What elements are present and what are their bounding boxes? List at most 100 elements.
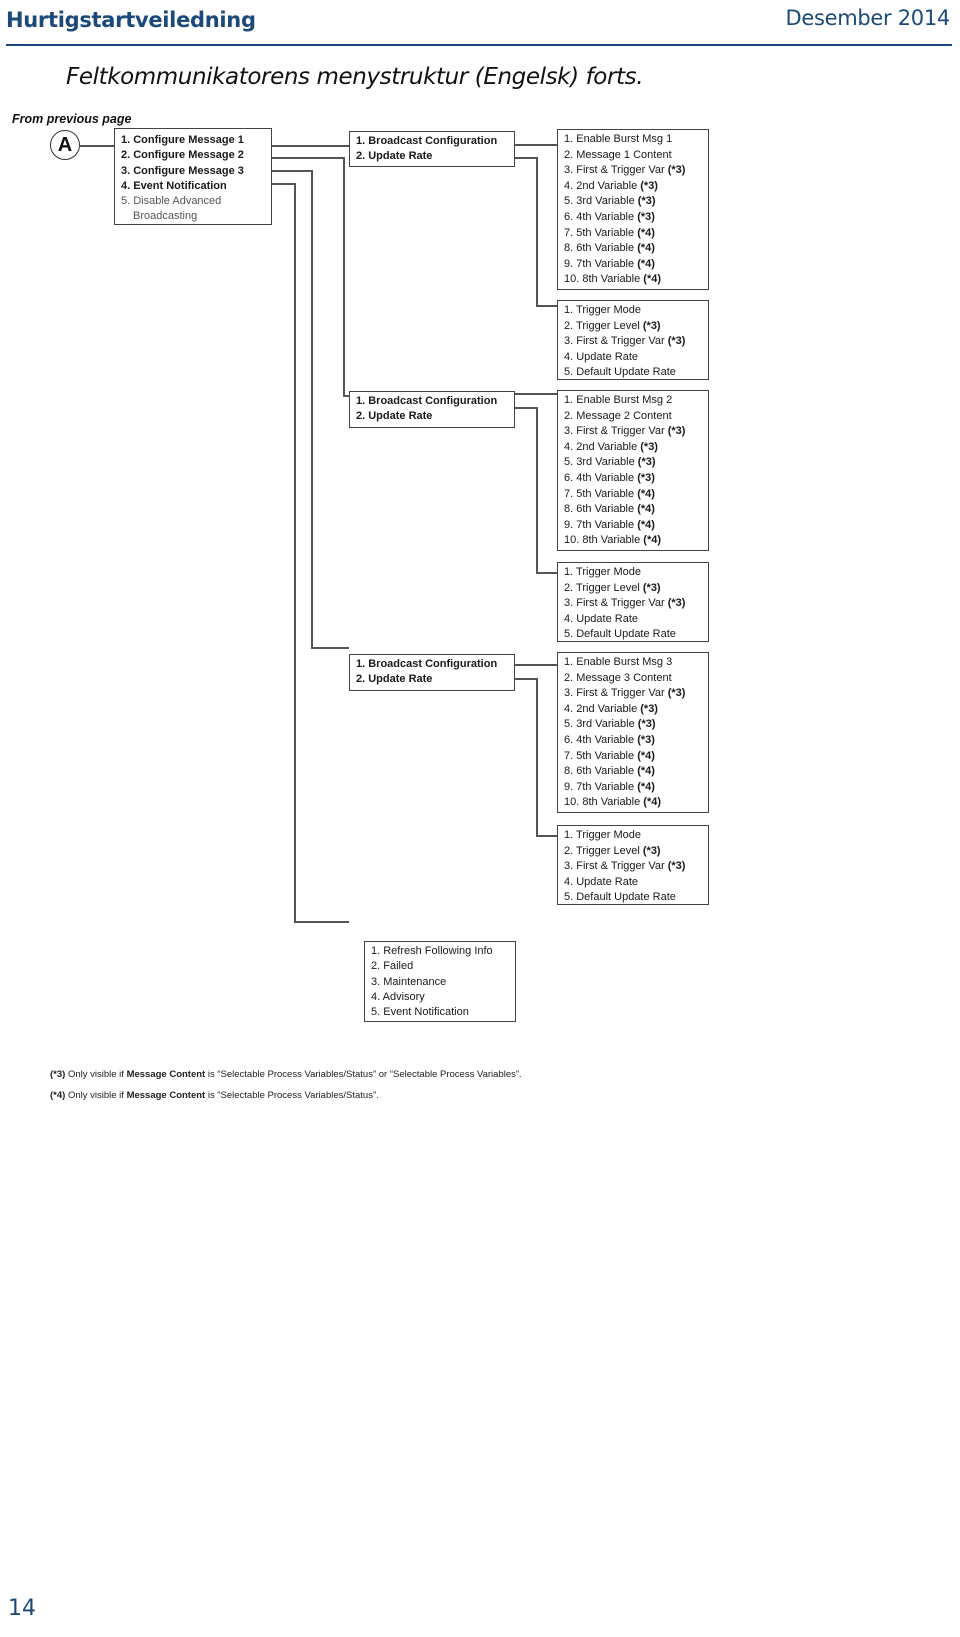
- menu-item[interactable]: 10. 8th Variable (*4): [564, 533, 702, 549]
- connector-line: [311, 170, 313, 648]
- menu-item-label: 7. 5th Variable: [564, 226, 638, 239]
- visibility-note: (*4): [637, 749, 655, 762]
- menu-item-label: 6. 4th Variable: [564, 210, 638, 223]
- event-notification-box: 1. Refresh Following Info 2. Failed 3. M…: [364, 941, 516, 1022]
- menu-item[interactable]: 8. 6th Variable (*4): [564, 764, 702, 780]
- menu-item[interactable]: 3. First & Trigger Var (*3): [564, 163, 702, 179]
- connector-line: [272, 170, 312, 172]
- menu-item[interactable]: 1. Enable Burst Msg 3: [564, 655, 702, 671]
- menu-item[interactable]: 4. Update Rate: [564, 350, 702, 366]
- menu-item-label: 8. 6th Variable: [564, 765, 638, 778]
- footnote-text: Only visible if: [65, 1090, 127, 1101]
- menu-item-label: 10. 8th Variable: [564, 534, 644, 547]
- menu-item[interactable]: 5. 3rd Variable (*3): [564, 717, 702, 733]
- menu-item[interactable]: 1. Trigger Mode: [564, 565, 702, 581]
- menu-item-failed[interactable]: 2. Failed: [371, 959, 509, 974]
- connector-line: [515, 678, 537, 680]
- menu-item-label: 5. 3rd Variable: [564, 456, 638, 469]
- menu-item[interactable]: 3. First & Trigger Var (*3): [564, 334, 702, 350]
- menu-item-update-rate[interactable]: 2. Update Rate: [356, 672, 508, 687]
- menu-item[interactable]: 6. 4th Variable (*3): [564, 733, 702, 749]
- menu-item-label: 1. Enable Burst Msg 2: [564, 394, 673, 406]
- visibility-note: (*4): [643, 796, 662, 809]
- visibility-note: (*3): [637, 733, 655, 746]
- menu-item-disable-advanced-broadcasting[interactable]: 5. Disable Advanced: [121, 194, 265, 209]
- menu-item-update-rate[interactable]: 2. Update Rate: [356, 149, 508, 164]
- menu-item-label: 8. 6th Variable: [564, 503, 638, 516]
- menu-item[interactable]: 4. 2nd Variable (*3): [564, 702, 702, 718]
- menu-item[interactable]: 9. 7th Variable (*4): [564, 780, 702, 796]
- menu-item-label: 1. Trigger Mode: [564, 304, 642, 316]
- menu-item[interactable]: 5. Default Update Rate: [564, 627, 702, 643]
- menu-item[interactable]: 1. Enable Burst Msg 1: [564, 132, 702, 148]
- menu-item-event-notification[interactable]: 4. Event Notification: [121, 179, 265, 194]
- menu-item-label: 3. First & Trigger Var: [564, 425, 668, 438]
- visibility-note: (*3): [667, 860, 686, 873]
- menu-item[interactable]: 2. Message 3 Content: [564, 671, 702, 687]
- visibility-note: (*3): [667, 687, 686, 700]
- menu-item-configure-message-1[interactable]: 1. Configure Message 1: [121, 133, 265, 148]
- root-menu-box: 1. Configure Message 1 2. Configure Mess…: [114, 128, 272, 225]
- menu-item[interactable]: 10. 8th Variable (*4): [564, 272, 702, 288]
- menu-item-configure-message-3[interactable]: 3. Configure Message 3: [121, 164, 265, 179]
- menu-item[interactable]: 1. Enable Burst Msg 2: [564, 393, 702, 409]
- menu-item[interactable]: 2. Trigger Level (*3): [564, 581, 702, 597]
- menu-item[interactable]: 2. Message 2 Content: [564, 409, 702, 425]
- menu-item-configure-message-2[interactable]: 2. Configure Message 2: [121, 148, 265, 163]
- menu-item[interactable]: 3. First & Trigger Var (*3): [564, 596, 702, 612]
- menu-item[interactable]: 2. Message 1 Content: [564, 148, 702, 164]
- message-2-submenu-box: 1. Broadcast Configuration 2. Update Rat…: [349, 391, 515, 428]
- menu-item-broadcast-configuration[interactable]: 1. Broadcast Configuration: [356, 134, 508, 149]
- visibility-note: (*4): [637, 780, 655, 793]
- menu-item[interactable]: 4. Update Rate: [564, 875, 702, 891]
- visibility-note: (*3): [642, 844, 661, 857]
- menu-item-update-rate[interactable]: 2. Update Rate: [356, 409, 508, 424]
- visibility-note: (*4): [643, 273, 662, 286]
- visibility-note: (*3): [640, 440, 658, 453]
- visibility-note: (*3): [667, 164, 686, 177]
- menu-item[interactable]: 3. First & Trigger Var (*3): [564, 424, 702, 440]
- visibility-note: (*3): [667, 335, 686, 348]
- menu-item-label: 9. 7th Variable: [564, 518, 638, 531]
- menu-item[interactable]: 7. 5th Variable (*4): [564, 487, 702, 503]
- menu-item-event-notification[interactable]: 5. Event Notification: [371, 1005, 509, 1020]
- menu-item[interactable]: 2. Trigger Level (*3): [564, 319, 702, 335]
- menu-item[interactable]: 4. 2nd Variable (*3): [564, 179, 702, 195]
- visibility-note: (*4): [637, 518, 655, 531]
- header-rule: [6, 44, 952, 46]
- menu-item[interactable]: 4. Update Rate: [564, 612, 702, 628]
- menu-item[interactable]: 3. First & Trigger Var (*3): [564, 686, 702, 702]
- menu-item[interactable]: 10. 8th Variable (*4): [564, 795, 702, 811]
- visibility-note: (*4): [637, 765, 655, 778]
- menu-item-broadcast-configuration[interactable]: 1. Broadcast Configuration: [356, 657, 508, 672]
- menu-item[interactable]: 6. 4th Variable (*3): [564, 210, 702, 226]
- menu-item[interactable]: 8. 6th Variable (*4): [564, 502, 702, 518]
- menu-item[interactable]: 9. 7th Variable (*4): [564, 518, 702, 534]
- menu-item[interactable]: 3. First & Trigger Var (*3): [564, 859, 702, 875]
- visibility-note: (*3): [640, 179, 658, 192]
- menu-item[interactable]: 8. 6th Variable (*4): [564, 241, 702, 257]
- menu-item[interactable]: 2. Trigger Level (*3): [564, 844, 702, 860]
- menu-item[interactable]: 7. 5th Variable (*4): [564, 226, 702, 242]
- menu-item[interactable]: 6. 4th Variable (*3): [564, 471, 702, 487]
- menu-item-label: 4. Update Rate: [564, 350, 638, 363]
- menu-item[interactable]: 5. 3rd Variable (*3): [564, 194, 702, 210]
- menu-item[interactable]: 5. Default Update Rate: [564, 890, 702, 906]
- menu-item[interactable]: 7. 5th Variable (*4): [564, 749, 702, 765]
- menu-item-advisory[interactable]: 4. Advisory: [371, 990, 509, 1005]
- menu-item[interactable]: 5. 3rd Variable (*3): [564, 455, 702, 471]
- menu-item[interactable]: 1. Trigger Mode: [564, 828, 702, 844]
- menu-item[interactable]: 1. Trigger Mode: [564, 303, 702, 319]
- connector-line: [515, 393, 557, 395]
- connector-line: [515, 144, 557, 146]
- footnote-4: (*4) Only visible if Message Content is …: [50, 1090, 379, 1101]
- menu-item-refresh-following-info[interactable]: 1. Refresh Following Info: [371, 944, 509, 959]
- connector-line: [272, 183, 295, 185]
- menu-item[interactable]: 9. 7th Variable (*4): [564, 257, 702, 273]
- menu-item[interactable]: 5. Default Update Rate: [564, 365, 702, 381]
- menu-item-label: 7. 5th Variable: [564, 749, 638, 762]
- menu-item-broadcast-configuration[interactable]: 1. Broadcast Configuration: [356, 394, 508, 409]
- menu-item-maintenance[interactable]: 3. Maintenance: [371, 975, 509, 990]
- menu-item[interactable]: 4. 2nd Variable (*3): [564, 440, 702, 456]
- page-heading: Feltkommunikatorens menystruktur (Engels…: [66, 64, 644, 90]
